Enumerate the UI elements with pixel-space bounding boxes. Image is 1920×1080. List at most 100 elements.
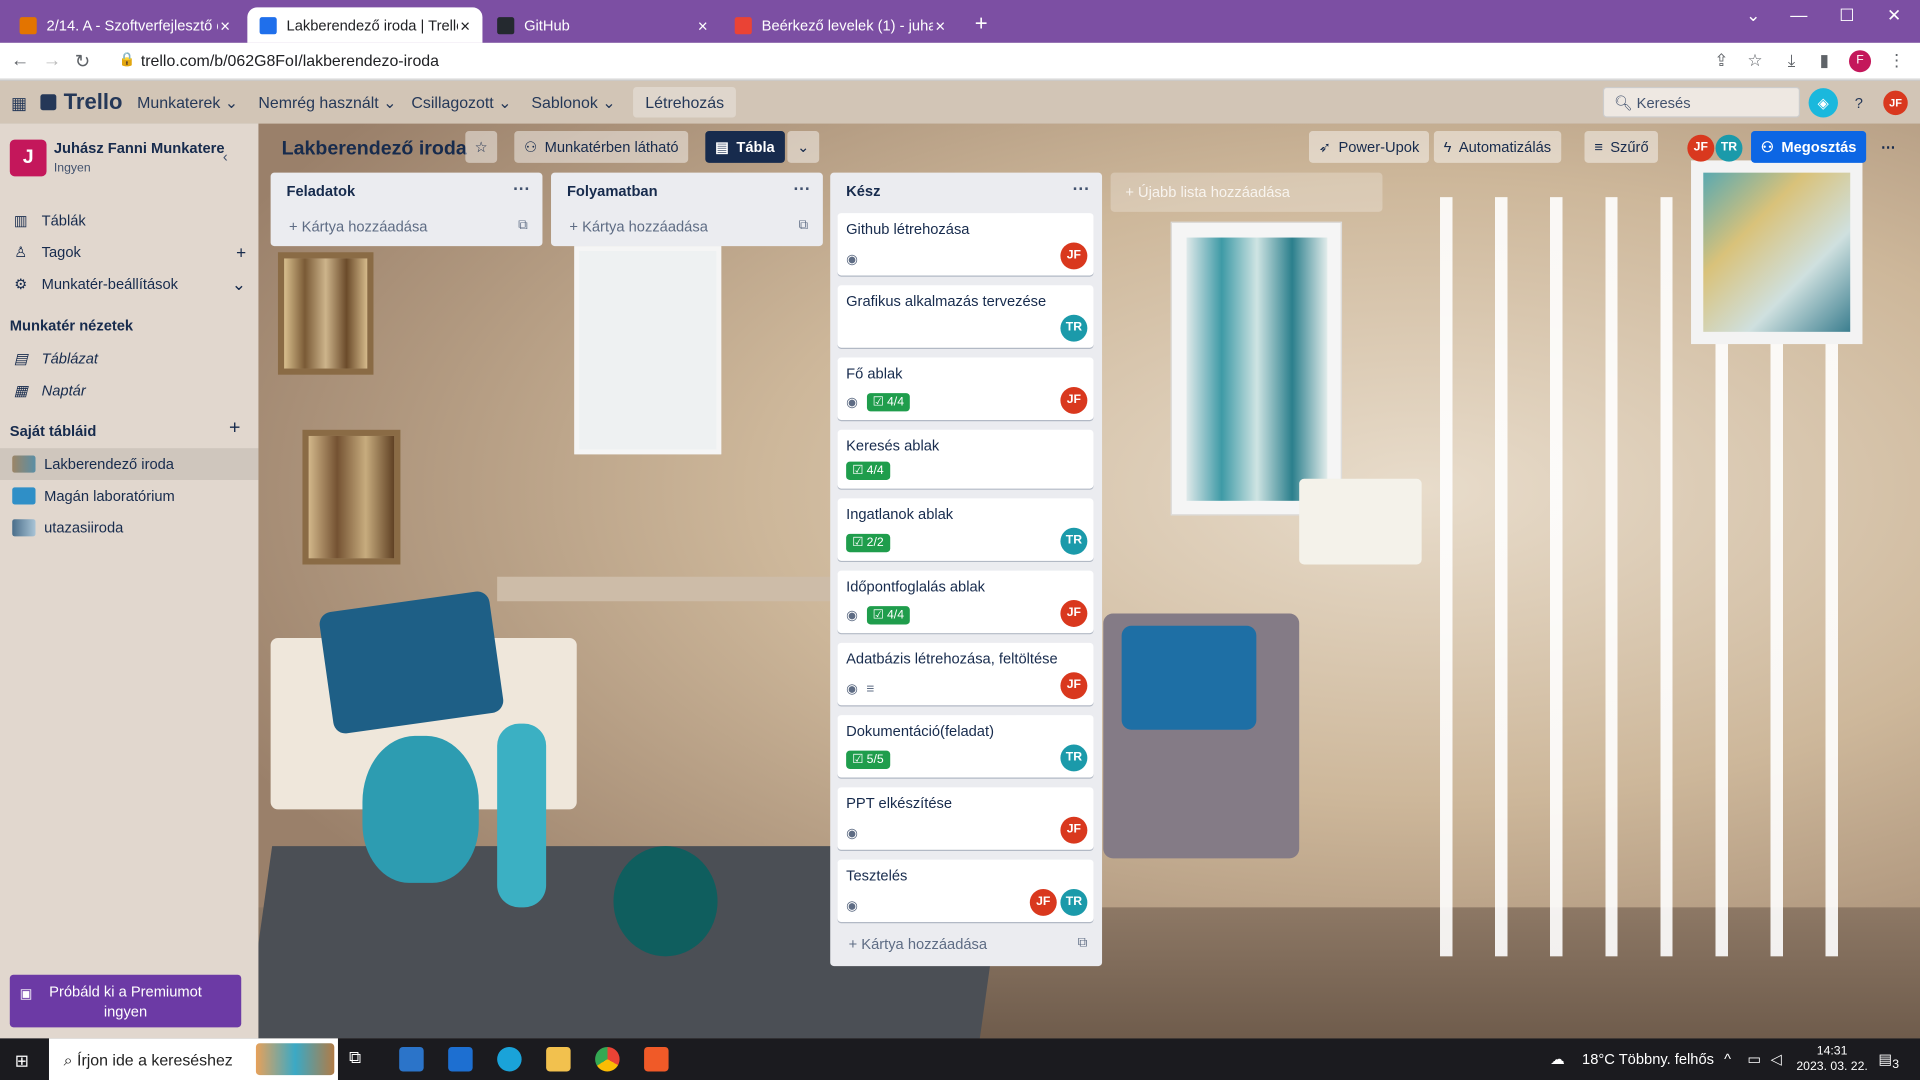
member-avatar[interactable]: TR bbox=[1060, 527, 1088, 555]
url-field[interactable]: trello.com/b/062G8FoI/lakberendezo-iroda bbox=[141, 51, 439, 69]
member-avatar[interactable]: JF bbox=[1687, 134, 1715, 162]
star-board-button[interactable]: ☆ bbox=[465, 131, 498, 163]
add-card-button[interactable]: + Kártya hozzáadása ⧉ bbox=[271, 209, 543, 246]
sidebar-board-lakberendezo[interactable]: Lakberendező iroda bbox=[0, 448, 259, 481]
browser-tab[interactable]: GitHub × bbox=[485, 7, 720, 43]
card-template-icon[interactable]: ⧉ bbox=[1078, 936, 1088, 952]
view-board-button[interactable]: ▤ Tábla bbox=[705, 131, 785, 163]
search-highlight-image[interactable] bbox=[255, 1043, 335, 1076]
member-avatar[interactable]: TR bbox=[1060, 744, 1088, 772]
minimize-icon[interactable]: — bbox=[1790, 5, 1807, 25]
add-card-button[interactable]: + Kártya hozzáadása ⧉ bbox=[551, 209, 823, 246]
menu-workspaces[interactable]: Munkaterek ⌄ bbox=[137, 93, 238, 113]
add-member-icon[interactable]: + bbox=[236, 242, 246, 262]
weather-icon[interactable]: ☁ bbox=[1550, 1051, 1565, 1068]
list-header[interactable]: Folyamatban ··· bbox=[551, 173, 823, 210]
sidebar-item-settings[interactable]: ⚙ Munkatér-beállítások ⌄ bbox=[0, 268, 258, 300]
browser-tab[interactable]: Lakberendező iroda | Trello × bbox=[247, 7, 483, 43]
close-tab-icon[interactable]: × bbox=[220, 15, 230, 35]
menu-recent[interactable]: Nemrég használt ⌄ bbox=[258, 93, 396, 113]
chrome-icon[interactable] bbox=[595, 1046, 620, 1072]
member-avatar[interactable]: JF bbox=[1060, 600, 1088, 627]
tab-search-icon[interactable]: ⌄ bbox=[1746, 5, 1760, 26]
tray-chevron-icon[interactable]: ^ bbox=[1724, 1051, 1731, 1068]
reload-icon[interactable]: ↻ bbox=[75, 50, 90, 72]
app-switcher-icon[interactable]: ▦ bbox=[11, 93, 27, 114]
create-button[interactable]: Létrehozás bbox=[633, 86, 737, 118]
member-avatar[interactable]: TR bbox=[1715, 134, 1743, 162]
list-menu-icon[interactable]: ··· bbox=[1073, 179, 1090, 199]
close-window-icon[interactable]: ✕ bbox=[1887, 5, 1901, 26]
browser-menu-icon[interactable]: ⋮ bbox=[1888, 50, 1905, 71]
share-page-icon[interactable]: ⇪ bbox=[1714, 50, 1728, 71]
download-icon[interactable]: ⤓ bbox=[1788, 50, 1796, 71]
list-header[interactable]: Feladatok ··· bbox=[271, 173, 543, 210]
task-view-icon[interactable]: ⧉ bbox=[349, 1047, 373, 1071]
notification-icon[interactable]: ▤3 bbox=[1878, 1051, 1899, 1072]
card[interactable]: PPT elkészítése ◉ JF bbox=[837, 787, 1094, 850]
volume-icon[interactable]: ◁ bbox=[1771, 1051, 1782, 1068]
file-explorer-icon[interactable] bbox=[546, 1046, 571, 1072]
card[interactable]: Időpontfoglalás ablak ◉ ☑ 4/4 JF bbox=[837, 570, 1094, 634]
member-avatar[interactable]: TR bbox=[1060, 888, 1088, 916]
maximize-icon[interactable]: ☐ bbox=[1839, 5, 1854, 26]
list-menu-icon[interactable]: ··· bbox=[513, 179, 530, 199]
sidebar-item-calendar-view[interactable]: ▦ Naptár bbox=[0, 375, 258, 407]
card[interactable]: Grafikus alkalmazás tervezése TR bbox=[837, 285, 1094, 348]
premium-trial-button[interactable]: ▣ Próbáld ki a Premiumot ingyen bbox=[9, 974, 242, 1028]
close-tab-icon[interactable]: × bbox=[698, 15, 708, 35]
card[interactable]: Fő ablak ◉ ☑ 4/4 JF bbox=[837, 357, 1094, 421]
close-tab-icon[interactable]: × bbox=[935, 15, 945, 35]
list-title[interactable]: Feladatok bbox=[287, 182, 356, 199]
sidebar-item-members[interactable]: ♙ Tagok + bbox=[0, 236, 258, 268]
close-tab-icon[interactable]: × bbox=[460, 15, 470, 35]
search-input[interactable]: 🔍︎ Keresés bbox=[1602, 86, 1801, 118]
board-title[interactable]: Lakberendező iroda bbox=[282, 138, 467, 160]
windows-start-icon[interactable]: ⊞ bbox=[15, 1051, 29, 1072]
edge-icon[interactable] bbox=[497, 1046, 522, 1072]
automation-button[interactable]: ϟ Automatizálás bbox=[1433, 131, 1561, 163]
visibility-button[interactable]: ⚇ Munkatérben látható bbox=[514, 131, 689, 163]
workspace-name[interactable]: Juhász Fanni Munkatere bbox=[54, 140, 225, 157]
browser-profile-avatar[interactable]: F bbox=[1848, 50, 1872, 73]
collapse-sidebar-icon[interactable]: ‹ bbox=[223, 148, 228, 165]
help-icon[interactable]: ? bbox=[1847, 91, 1871, 115]
chevron-down-icon[interactable]: ⌄ bbox=[232, 274, 246, 295]
app-icon[interactable] bbox=[644, 1046, 669, 1072]
menu-starred[interactable]: Csillagozott ⌄ bbox=[411, 93, 511, 113]
add-card-button[interactable]: + Kártya hozzáadása ⧉ bbox=[830, 927, 1102, 964]
member-avatar[interactable]: JF bbox=[1060, 386, 1088, 414]
side-panel-icon[interactable]: ▮ bbox=[1820, 50, 1829, 71]
browser-tab[interactable]: 2/14. A - Szoftverfejlesztő és tesz× bbox=[7, 7, 242, 43]
member-avatar[interactable]: JF bbox=[1060, 672, 1088, 700]
card[interactable]: Ingatlanok ablak ☑ 2/2 TR bbox=[837, 498, 1094, 561]
member-avatar[interactable]: JF bbox=[1060, 242, 1088, 270]
card[interactable]: Dokumentáció(feladat) ☑ 5/5 TR bbox=[837, 715, 1094, 778]
list-title[interactable]: Folyamatban bbox=[567, 182, 658, 199]
mail-icon[interactable] bbox=[448, 1046, 473, 1072]
atlassian-switch-icon[interactable]: ◈ bbox=[1808, 88, 1838, 118]
list-menu-icon[interactable]: ··· bbox=[793, 179, 810, 199]
trello-logo[interactable]: Trello bbox=[40, 89, 122, 115]
store-icon[interactable] bbox=[399, 1046, 424, 1072]
sidebar-item-table-view[interactable]: ▤ Táblázat bbox=[0, 343, 258, 375]
view-switcher-button[interactable]: ⌄ bbox=[787, 131, 820, 163]
back-icon[interactable]: ← bbox=[11, 50, 29, 71]
sidebar-item-boards[interactable]: ▥ Táblák bbox=[0, 204, 258, 236]
menu-templates[interactable]: Sablonok ⌄ bbox=[531, 93, 615, 113]
card-template-icon[interactable]: ⧉ bbox=[518, 218, 528, 234]
list-header[interactable]: Kész ··· bbox=[830, 173, 1102, 210]
powerups-button[interactable]: ➶ Power-Upok bbox=[1308, 131, 1430, 163]
list-title[interactable]: Kész bbox=[846, 182, 880, 199]
card-template-icon[interactable]: ⧉ bbox=[799, 218, 809, 234]
bookmark-star-icon[interactable]: ☆ bbox=[1747, 50, 1762, 71]
share-button[interactable]: ⚇ Megosztás bbox=[1751, 131, 1867, 163]
sidebar-board-magan-laboratorium[interactable]: Magán laboratórium bbox=[0, 480, 258, 512]
member-avatar[interactable]: TR bbox=[1060, 314, 1088, 342]
card[interactable]: Adatbázis létrehozása, feltöltése ◉ ≡ JF bbox=[837, 642, 1094, 706]
user-avatar[interactable]: JF bbox=[1883, 90, 1908, 116]
browser-tab[interactable]: Beérkező levelek (1) - juhasz.fann× bbox=[722, 7, 957, 43]
lock-icon[interactable]: 🔒 bbox=[119, 51, 136, 68]
card[interactable]: Keresés ablak ☑ 4/4 bbox=[837, 429, 1094, 489]
board-menu-icon[interactable]: ⋯ bbox=[1871, 131, 1905, 163]
